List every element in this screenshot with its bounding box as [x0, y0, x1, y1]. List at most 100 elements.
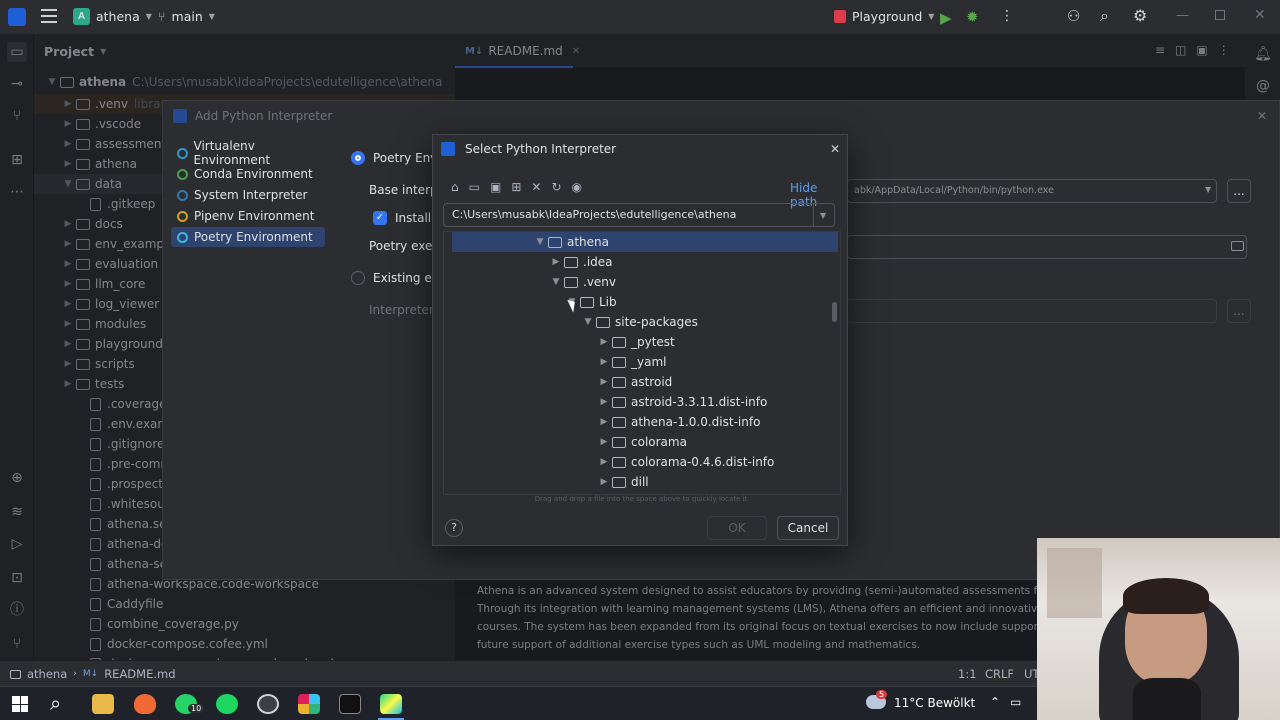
path-field[interactable]: C:\Users\musabk\IdeaProjects\edutelligen… [443, 203, 835, 227]
chevron-down-icon[interactable]: ▼ [820, 211, 826, 220]
run-icon[interactable]: ▶ [940, 9, 952, 27]
spotify-icon[interactable] [216, 694, 238, 714]
branch-switcher[interactable]: ⑂ main ▼ [158, 9, 215, 24]
dialog-title: Select Python Interpreter [465, 142, 617, 156]
chooser-tree-item[interactable]: ▼ athena [532, 232, 609, 252]
weather-text[interactable]: 11°C Bewölkt [894, 696, 975, 710]
interpreter-select[interactable] [847, 299, 1217, 323]
chevron-down-icon: ▼ [552, 277, 560, 287]
chevron-down-icon: ▼ [536, 237, 544, 247]
line-separator[interactable]: CRLF [985, 667, 1014, 681]
chooser-tree-item[interactable]: ▶ _yaml [596, 352, 667, 372]
search-icon[interactable]: ⌕ [1100, 6, 1109, 26]
new-folder-icon[interactable]: ⊞ [511, 180, 521, 194]
chooser-tree-item[interactable]: ▶ .idea [548, 252, 613, 272]
user-icon[interactable]: ⚇ [1067, 7, 1080, 25]
github-desktop-icon[interactable] [257, 694, 279, 714]
chevron-right-icon: ▶ [600, 477, 608, 487]
scrollbar-thumb[interactable] [832, 302, 837, 322]
chooser-tree-label: athena-1.0.0.dist-info [631, 415, 761, 429]
ok-button[interactable]: OK [707, 516, 767, 540]
project-folder-icon[interactable]: ▣ [490, 180, 501, 194]
chooser-tree-item[interactable]: ▶ athena-1.0.0.dist-info [596, 412, 761, 432]
browse-button[interactable]: ... [1227, 179, 1251, 203]
env-type-icon [177, 168, 188, 180]
more-actions-icon[interactable]: ⋮ [1000, 8, 1014, 24]
project-badge: A [73, 8, 90, 25]
run-config-selector[interactable]: Playground ▼ [834, 9, 934, 24]
main-menu-icon[interactable] [41, 9, 57, 23]
minimize-icon[interactable]: — [1176, 8, 1189, 23]
chooser-tree-item[interactable]: ▶ colorama [596, 432, 687, 452]
breadcrumb[interactable]: athena › M↓ README.md [10, 667, 176, 681]
brave-browser-icon[interactable] [134, 694, 156, 714]
chevron-right-icon: ▶ [600, 357, 608, 367]
settings-icon[interactable]: ⚙ [1133, 6, 1147, 25]
chooser-tree-label: athena [567, 235, 610, 249]
env-type-item[interactable]: Pipenv Environment [171, 206, 325, 226]
weather-badge: 5 [876, 690, 888, 699]
base-interpreter-select[interactable]: abk/AppData/Local/Python/bin/python.exe [847, 179, 1217, 203]
folder-icon [612, 396, 626, 408]
browse-button-disabled[interactable]: ... [1227, 299, 1251, 323]
chooser-tree-label: site-packages [615, 315, 698, 329]
help-button[interactable]: ? [445, 519, 463, 537]
close-icon[interactable]: ✕ [1257, 109, 1267, 123]
chooser-tree-item[interactable]: ▶ _pytest [596, 332, 675, 352]
path-value: C:\Users\musabk\IdeaProjects\edutelligen… [452, 208, 737, 221]
pycharm-logo [173, 109, 187, 123]
chooser-tree-item[interactable]: ▼ site-packages [580, 312, 698, 332]
cancel-button[interactable]: Cancel [777, 516, 839, 540]
chooser-tree-item[interactable]: ▶ astroid-3.3.11.dist-info [596, 392, 768, 412]
folder-icon[interactable] [1231, 241, 1244, 251]
chooser-tree-label: dill [631, 475, 649, 489]
caret-position[interactable]: 1:1 [958, 667, 977, 681]
show-hidden-icon[interactable]: ◉ [572, 180, 582, 194]
radio-existing-env[interactable]: Existing en [351, 271, 439, 285]
folder-icon [580, 296, 594, 308]
env-type-item[interactable]: Poetry Environment [171, 227, 325, 247]
pycharm-taskbar-icon[interactable] [380, 694, 402, 714]
branch-icon: ⑂ [158, 9, 166, 24]
close-icon[interactable]: ✕ [830, 142, 840, 156]
pycharm-logo[interactable] [8, 8, 26, 26]
debug-icon[interactable]: ✹ [966, 8, 979, 26]
radio-selected-icon [351, 151, 365, 165]
refresh-icon[interactable]: ↻ [551, 180, 561, 194]
radio-label: Existing en [373, 271, 440, 285]
close-icon[interactable]: ✕ [1254, 7, 1266, 23]
windows-start-icon[interactable] [12, 696, 28, 712]
select-interpreter-dialog: Select Python Interpreter ✕ ⌂ ▭ ▣ ⊞ ✕ ↻ … [432, 134, 848, 546]
home-icon[interactable]: ⌂ [451, 180, 459, 194]
env-type-icon [177, 189, 188, 201]
chooser-tree-item[interactable]: ▶ astroid [596, 372, 673, 392]
chevron-down-icon: ▼ [1205, 185, 1212, 194]
tray-icon[interactable]: ▭ [1010, 695, 1021, 709]
search-icon[interactable]: ⌕ [50, 691, 61, 715]
folder-icon [612, 376, 626, 388]
desktop-icon[interactable]: ▭ [469, 180, 480, 194]
poetry-executable-label: Poetry exec [369, 239, 439, 253]
radio-unselected-icon [351, 271, 365, 285]
interpreter-label: Interpreter: [369, 303, 438, 317]
markdown-icon: M↓ [82, 669, 99, 679]
file-explorer-icon[interactable] [92, 694, 114, 714]
project-switcher[interactable]: A athena ▼ [73, 8, 152, 25]
chevron-right-icon: ▶ [600, 437, 608, 447]
chooser-tree-item[interactable]: ▶ dill [596, 472, 649, 492]
chooser-tree-item[interactable]: ▶ colorama-0.4.6.dist-info [596, 452, 775, 472]
dialog-header: Add Python Interpreter [173, 109, 332, 123]
terminal-app-icon[interactable] [339, 694, 361, 714]
env-type-item[interactable]: System Interpreter [171, 185, 325, 205]
delete-icon[interactable]: ✕ [531, 180, 541, 194]
env-type-item[interactable]: Conda Environment [171, 164, 325, 184]
radio-new-env[interactable]: Poetry Envi [351, 151, 441, 165]
restore-icon[interactable] [1215, 10, 1225, 20]
chooser-tree-label: .venv [583, 275, 617, 289]
slack-icon[interactable] [298, 694, 320, 714]
env-type-item[interactable]: Virtualenv Environment [171, 139, 325, 167]
chooser-tree-label: _pytest [631, 335, 675, 349]
chevron-up-icon[interactable]: ⌃ [990, 695, 1000, 709]
poetry-executable-field[interactable] [847, 235, 1247, 259]
chooser-tree-item[interactable]: ▼ .venv [548, 272, 616, 292]
